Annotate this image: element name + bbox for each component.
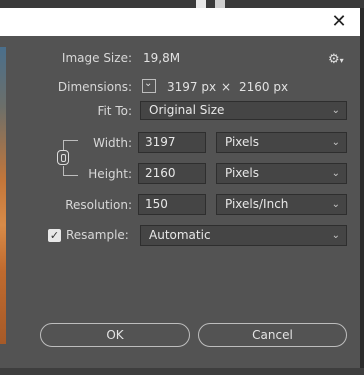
dimensions-dropdown[interactable]: ⌄ bbox=[142, 78, 156, 93]
resolution-unit-value: Pixels/Inch bbox=[225, 197, 289, 211]
resample-checkbox[interactable]: ✓ bbox=[48, 229, 61, 242]
dimensions-label: Dimensions: bbox=[57, 80, 132, 94]
height-label: Height: bbox=[88, 167, 132, 181]
dimensions-width: 3197 px bbox=[167, 80, 217, 94]
fit-to-label: Fit To: bbox=[97, 104, 132, 118]
resample-select[interactable]: Automatic ⌄ bbox=[140, 225, 347, 246]
dialog-title-bar: ✕ bbox=[0, 8, 360, 36]
resolution-label: Resolution: bbox=[65, 198, 132, 212]
width-unit-select[interactable]: Pixels ⌄ bbox=[216, 132, 347, 153]
background-tab bbox=[215, 0, 225, 8]
width-unit-value: Pixels bbox=[225, 135, 260, 149]
resolution-unit-select[interactable]: Pixels/Inch ⌄ bbox=[216, 194, 347, 215]
height-unit-value: Pixels bbox=[225, 166, 260, 180]
dimensions-height: 2160 px bbox=[239, 80, 289, 94]
resample-label: Resample: bbox=[66, 228, 129, 242]
resolution-input[interactable]: 150 bbox=[138, 194, 206, 215]
resample-value: Automatic bbox=[149, 228, 211, 242]
width-label: Width: bbox=[93, 136, 132, 150]
link-icon[interactable] bbox=[57, 150, 69, 165]
close-icon[interactable]: ✕ bbox=[328, 11, 350, 33]
link-bracket bbox=[63, 166, 78, 176]
chevron-down-icon: ⌄ bbox=[144, 78, 153, 89]
width-input[interactable]: 3197 bbox=[138, 132, 206, 153]
image-size-value: 19,8M bbox=[143, 51, 181, 65]
chevron-down-icon: ⌄ bbox=[331, 230, 340, 241]
dialog-edge bbox=[360, 8, 364, 375]
height-input[interactable]: 2160 bbox=[138, 163, 206, 184]
gear-icon[interactable]: ⚙▾ bbox=[328, 52, 344, 67]
background-tab bbox=[196, 0, 206, 8]
ok-button[interactable]: OK bbox=[40, 323, 190, 347]
chevron-down-icon: ⌄ bbox=[331, 137, 340, 148]
fit-to-select[interactable]: Original Size ⌄ bbox=[140, 101, 347, 120]
background-strip bbox=[0, 0, 364, 8]
image-preview bbox=[0, 47, 6, 344]
chevron-down-icon: ⌄ bbox=[331, 199, 340, 210]
cancel-button[interactable]: Cancel bbox=[198, 323, 347, 347]
image-size-label: Image Size: bbox=[61, 51, 132, 65]
chevron-down-icon: ⌄ bbox=[331, 168, 340, 179]
height-unit-select[interactable]: Pixels ⌄ bbox=[216, 163, 347, 184]
dimensions-times: × bbox=[221, 80, 232, 94]
chevron-down-icon: ⌄ bbox=[331, 105, 340, 116]
background-strip-bottom bbox=[0, 368, 364, 375]
fit-to-value: Original Size bbox=[149, 103, 225, 117]
